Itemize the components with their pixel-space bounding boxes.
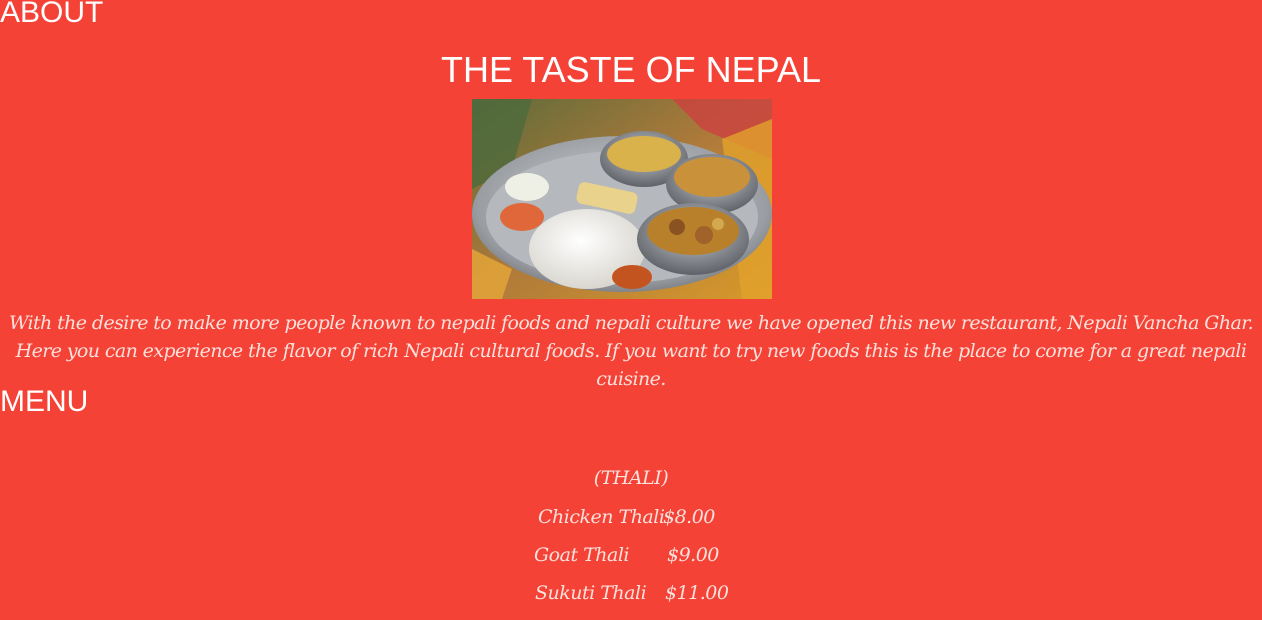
menu-item-name: Chicken Thali [538,506,665,528]
menu-item: Goat Thali $9.00 [0,540,1262,570]
about-heading: ABOUT [0,0,104,29]
thali-food-image [472,99,772,299]
about-description: With the desire to make more people know… [8,312,1254,390]
menu-item: Chicken Thali $8.00 [0,502,1262,532]
menu-item-name: Goat Thali [534,544,630,566]
menu-heading: MENU [0,385,89,418]
thali-plate-illustration [472,99,772,299]
menu-item-name: Sukuti Thali [535,582,647,604]
menu-category-thali: (THALI) [593,467,669,489]
menu-item-price: $8.00 [663,506,715,528]
menu-item-price: $9.00 [667,544,719,566]
menu-item: Sukuti Thali $11.00 [0,578,1262,608]
menu-item-price: $11.00 [665,582,729,604]
page-title: THE TASTE OF NEPAL [440,49,822,90]
